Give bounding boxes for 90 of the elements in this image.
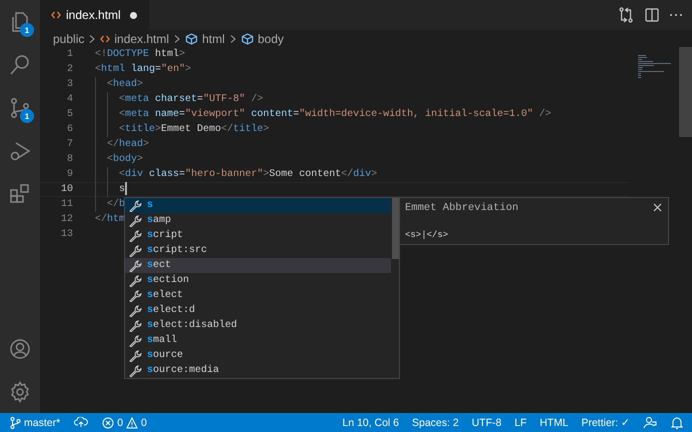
suggestion-item[interactable]: select:disabled bbox=[125, 318, 391, 333]
scm-activity-button[interactable]: 1 bbox=[0, 86, 40, 129]
breadcrumb-item[interactable]: html bbox=[185, 32, 225, 46]
line-number: 9 bbox=[66, 169, 73, 180]
status-item[interactable]: Spaces: 2 bbox=[412, 416, 459, 428]
code-line: <html lang="en"> bbox=[95, 62, 192, 77]
branch-icon bbox=[10, 416, 21, 428]
feedback-icon[interactable] bbox=[643, 416, 657, 430]
line-number: 6 bbox=[66, 124, 73, 135]
wrench-icon bbox=[129, 274, 143, 286]
line-number: 4 bbox=[66, 94, 73, 105]
suggestion-item[interactable]: samp bbox=[125, 213, 391, 228]
status-item[interactable]: LF bbox=[514, 416, 527, 428]
tab-label: index.html bbox=[66, 8, 121, 22]
line-number: 2 bbox=[66, 64, 73, 75]
wrench-icon bbox=[129, 290, 143, 302]
code-line: <meta name="viewport" content="width=device-width, initial-scale=1.0" /> bbox=[95, 107, 552, 122]
branch-status[interactable]: master* bbox=[10, 416, 60, 428]
suggestion-item[interactable]: source:media bbox=[125, 363, 391, 378]
html-file-icon bbox=[51, 11, 61, 19]
suggestion-item[interactable]: script:src bbox=[125, 243, 391, 258]
code-line: s bbox=[95, 182, 127, 198]
suggestion-item[interactable]: s bbox=[125, 198, 391, 213]
files-activity-button[interactable]: 1 bbox=[0, 0, 40, 43]
problems-status[interactable]: 0 0 bbox=[102, 416, 147, 428]
line-number: 1 bbox=[66, 49, 73, 60]
suggestion-item[interactable]: sect bbox=[125, 258, 391, 273]
cloud-upload-icon[interactable] bbox=[74, 417, 88, 428]
source-control-icon bbox=[8, 96, 32, 120]
cube-icon bbox=[185, 32, 198, 44]
cube-icon bbox=[240, 32, 254, 44]
suggestion-item[interactable]: select bbox=[125, 288, 391, 303]
wrench-icon bbox=[129, 304, 143, 316]
wrench-icon bbox=[129, 244, 143, 256]
suggestion-item[interactable]: select:d bbox=[125, 303, 391, 318]
breadcrumb-item[interactable]: public bbox=[53, 32, 84, 46]
count-badge: 1 bbox=[20, 23, 34, 37]
count-badge: 1 bbox=[20, 109, 34, 123]
status-item[interactable]: HTML bbox=[540, 416, 568, 428]
status-item[interactable]: Prettier: ✓ bbox=[581, 416, 630, 429]
bell-icon[interactable] bbox=[670, 416, 684, 430]
compare-icon bbox=[618, 7, 634, 23]
code-line: <head> bbox=[95, 77, 144, 92]
suggestion-item[interactable]: section bbox=[125, 273, 391, 288]
chevron-icon bbox=[174, 34, 180, 42]
html-file-icon bbox=[100, 34, 110, 42]
line-number: 5 bbox=[66, 109, 73, 120]
close-icon bbox=[653, 203, 662, 212]
code-line: </head> bbox=[95, 137, 150, 152]
breadcrumb-item[interactable]: index.html bbox=[100, 32, 170, 46]
code-line: <title>Emmet Demo</title> bbox=[95, 122, 270, 137]
wrench-icon bbox=[129, 200, 143, 212]
line-number: 12 bbox=[60, 214, 73, 225]
extensions-icon bbox=[8, 182, 32, 206]
line-number: 11 bbox=[60, 199, 73, 210]
wrench-icon bbox=[129, 350, 143, 362]
code-line: <div class="hero-banner">Some content</div> bbox=[95, 167, 378, 182]
details-title: Emmet Abbreviation bbox=[405, 202, 518, 214]
status-item[interactable]: UTF-8 bbox=[472, 416, 502, 428]
wrench-icon bbox=[129, 334, 143, 346]
more-actions-button[interactable] bbox=[668, 12, 684, 18]
line-number: 13 bbox=[60, 229, 73, 240]
scrollbar-thumb[interactable] bbox=[392, 198, 399, 259]
wrench-icon bbox=[129, 260, 143, 272]
suggestion-item[interactable]: source bbox=[125, 348, 391, 363]
close-button[interactable] bbox=[652, 202, 663, 213]
settings-icon bbox=[8, 380, 32, 404]
wrench-icon bbox=[129, 364, 143, 376]
status-item[interactable]: Ln 10, Col 6 bbox=[342, 416, 399, 428]
split-icon bbox=[644, 7, 660, 23]
chevron-icon bbox=[89, 34, 96, 42]
line-number: 7 bbox=[66, 139, 73, 150]
wrench-icon bbox=[129, 320, 143, 332]
editor-tab[interactable]: index.html bbox=[40, 0, 149, 30]
suggestion-item[interactable]: small bbox=[125, 333, 391, 348]
code-line: <!DOCTYPE html> bbox=[95, 48, 186, 62]
warning-icon bbox=[126, 416, 138, 428]
account-icon bbox=[8, 336, 32, 360]
line-number: 3 bbox=[66, 79, 73, 90]
wrench-icon bbox=[129, 230, 143, 242]
abbreviation-preview: <s>|</s> bbox=[405, 230, 450, 240]
wrench-icon bbox=[129, 214, 143, 226]
line-number: 10 bbox=[60, 184, 73, 195]
breadcrumb-item[interactable]: body bbox=[240, 32, 284, 46]
suggestion-item[interactable]: script bbox=[125, 228, 391, 243]
chevron-icon bbox=[230, 34, 236, 42]
code-line: <body> bbox=[95, 152, 144, 167]
line-number: 8 bbox=[66, 154, 73, 165]
error-icon bbox=[102, 416, 114, 428]
code-line: <meta charset="UTF-8" /> bbox=[95, 92, 264, 107]
